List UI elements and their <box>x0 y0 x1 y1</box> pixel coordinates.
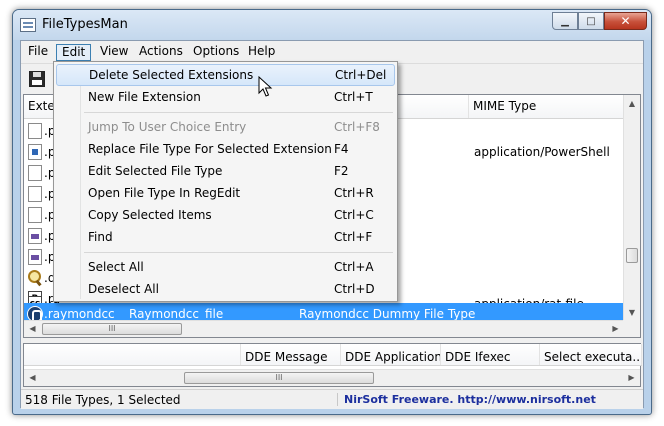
menu-edit[interactable]: Edit <box>56 44 92 61</box>
column-blank[interactable] <box>24 344 241 365</box>
maximize-icon: □ <box>586 15 596 27</box>
minimize-icon: ▁ <box>561 15 569 27</box>
scroll-thumb[interactable] <box>626 248 638 263</box>
scroll-right-icon[interactable]: ▶ <box>623 370 640 386</box>
menu-help[interactable]: Help <box>243 44 280 61</box>
document-icon <box>28 207 42 223</box>
details-list[interactable]: DDE Message DDE Application DDE Ifexec S… <box>23 343 642 387</box>
details-horizontal-scrollbar[interactable]: ◀ III ▶ <box>24 369 640 386</box>
scroll-thumb[interactable]: III <box>42 323 182 335</box>
save-button[interactable] <box>25 67 49 91</box>
menu-options[interactable]: Options <box>188 44 244 61</box>
vertical-scrollbar[interactable]: ▲ ▼ <box>623 95 640 321</box>
menu-item-replace-file-type[interactable]: Replace File Type For Selected Extension… <box>56 138 395 160</box>
menu-item-jump-to-user-choice: Jump To User Choice Entry Ctrl+F8 <box>88 120 380 134</box>
status-count: 518 File Types, 1 Selected <box>25 393 181 407</box>
details-header: DDE Message DDE Application DDE Ifexec S… <box>24 344 642 366</box>
close-button[interactable]: ✕ <box>604 12 647 30</box>
menu-actions[interactable]: Actions <box>134 44 188 61</box>
batch-file-icon <box>28 249 42 265</box>
cell-file-type: Raymondcc_file <box>129 307 224 321</box>
column-dde-application[interactable]: DDE Application <box>341 344 441 365</box>
edit-menu-dropdown: Delete Selected Extensions Ctrl+Del New … <box>53 61 398 302</box>
scroll-left-icon[interactable]: ◀ <box>24 321 41 337</box>
close-icon: ✕ <box>620 14 631 28</box>
menu-view[interactable]: View <box>95 44 133 61</box>
scroll-up-icon[interactable]: ▲ <box>624 95 640 112</box>
document-icon <box>28 186 42 202</box>
menu-item-delete-selected-extensions[interactable]: Delete Selected Extensions Ctrl+Del <box>56 64 395 86</box>
search-file-icon <box>28 270 42 286</box>
status-bar: 518 File Types, 1 Selected NirSoft Freew… <box>21 389 643 409</box>
powershell-file-icon <box>28 144 42 160</box>
document-icon <box>28 165 42 181</box>
app-icon <box>20 18 36 32</box>
cell-extension: .raymondcc <box>44 307 115 321</box>
title-bar[interactable]: FileTypesMan ▁ □ ✕ <box>13 10 651 40</box>
menu-item-open-in-regedit[interactable]: Open File Type In RegEdit Ctrl+R <box>56 182 395 204</box>
cell-mime-type: application/PowerShell <box>474 145 610 159</box>
maximize-button[interactable]: □ <box>578 12 604 30</box>
menu-item-copy-selected-items[interactable]: Copy Selected Items Ctrl+C <box>56 204 395 226</box>
save-icon <box>29 71 45 87</box>
scroll-down-icon[interactable]: ▼ <box>624 304 640 321</box>
mouse-cursor-icon <box>258 76 273 97</box>
horizontal-scrollbar[interactable]: ◀ III ▶ <box>24 320 624 337</box>
cell-description: Raymondcc Dummy File Type <box>299 307 476 321</box>
nirsoft-link[interactable]: NirSoft Freeware. http://www.nirsoft.net <box>337 393 596 406</box>
window-title: FileTypesMan <box>42 17 128 32</box>
menu-item-select-all[interactable]: Select All Ctrl+A <box>56 256 395 278</box>
minimize-button[interactable]: ▁ <box>552 12 578 30</box>
column-select-executable[interactable]: Select executa... <box>540 344 642 365</box>
column-mime-type[interactable]: MIME Type <box>469 95 624 118</box>
menu-item-deselect-all[interactable]: Deselect All Ctrl+D <box>56 278 395 300</box>
menu-separator <box>84 112 393 113</box>
document-icon <box>28 123 42 139</box>
menu-item-edit-selected-file-type[interactable]: Edit Selected File Type F2 <box>56 160 395 182</box>
menu-file[interactable]: File <box>23 44 53 61</box>
column-dde-ifexec[interactable]: DDE Ifexec <box>441 344 540 365</box>
scroll-thumb[interactable]: III <box>184 372 374 384</box>
scroll-right-icon[interactable]: ▶ <box>607 321 624 337</box>
menu-item-find[interactable]: Find Ctrl+F <box>56 226 395 248</box>
menu-item-new-file-extension[interactable]: New File Extension Ctrl+T <box>56 86 395 108</box>
scrollbar-corner <box>623 320 640 337</box>
batch-file-icon <box>28 228 42 244</box>
menu-separator <box>84 252 393 253</box>
column-dde-message[interactable]: DDE Message <box>241 344 341 365</box>
menu-bar: File Edit View Actions Options Help <box>21 41 643 63</box>
scroll-left-icon[interactable]: ◀ <box>24 370 41 386</box>
